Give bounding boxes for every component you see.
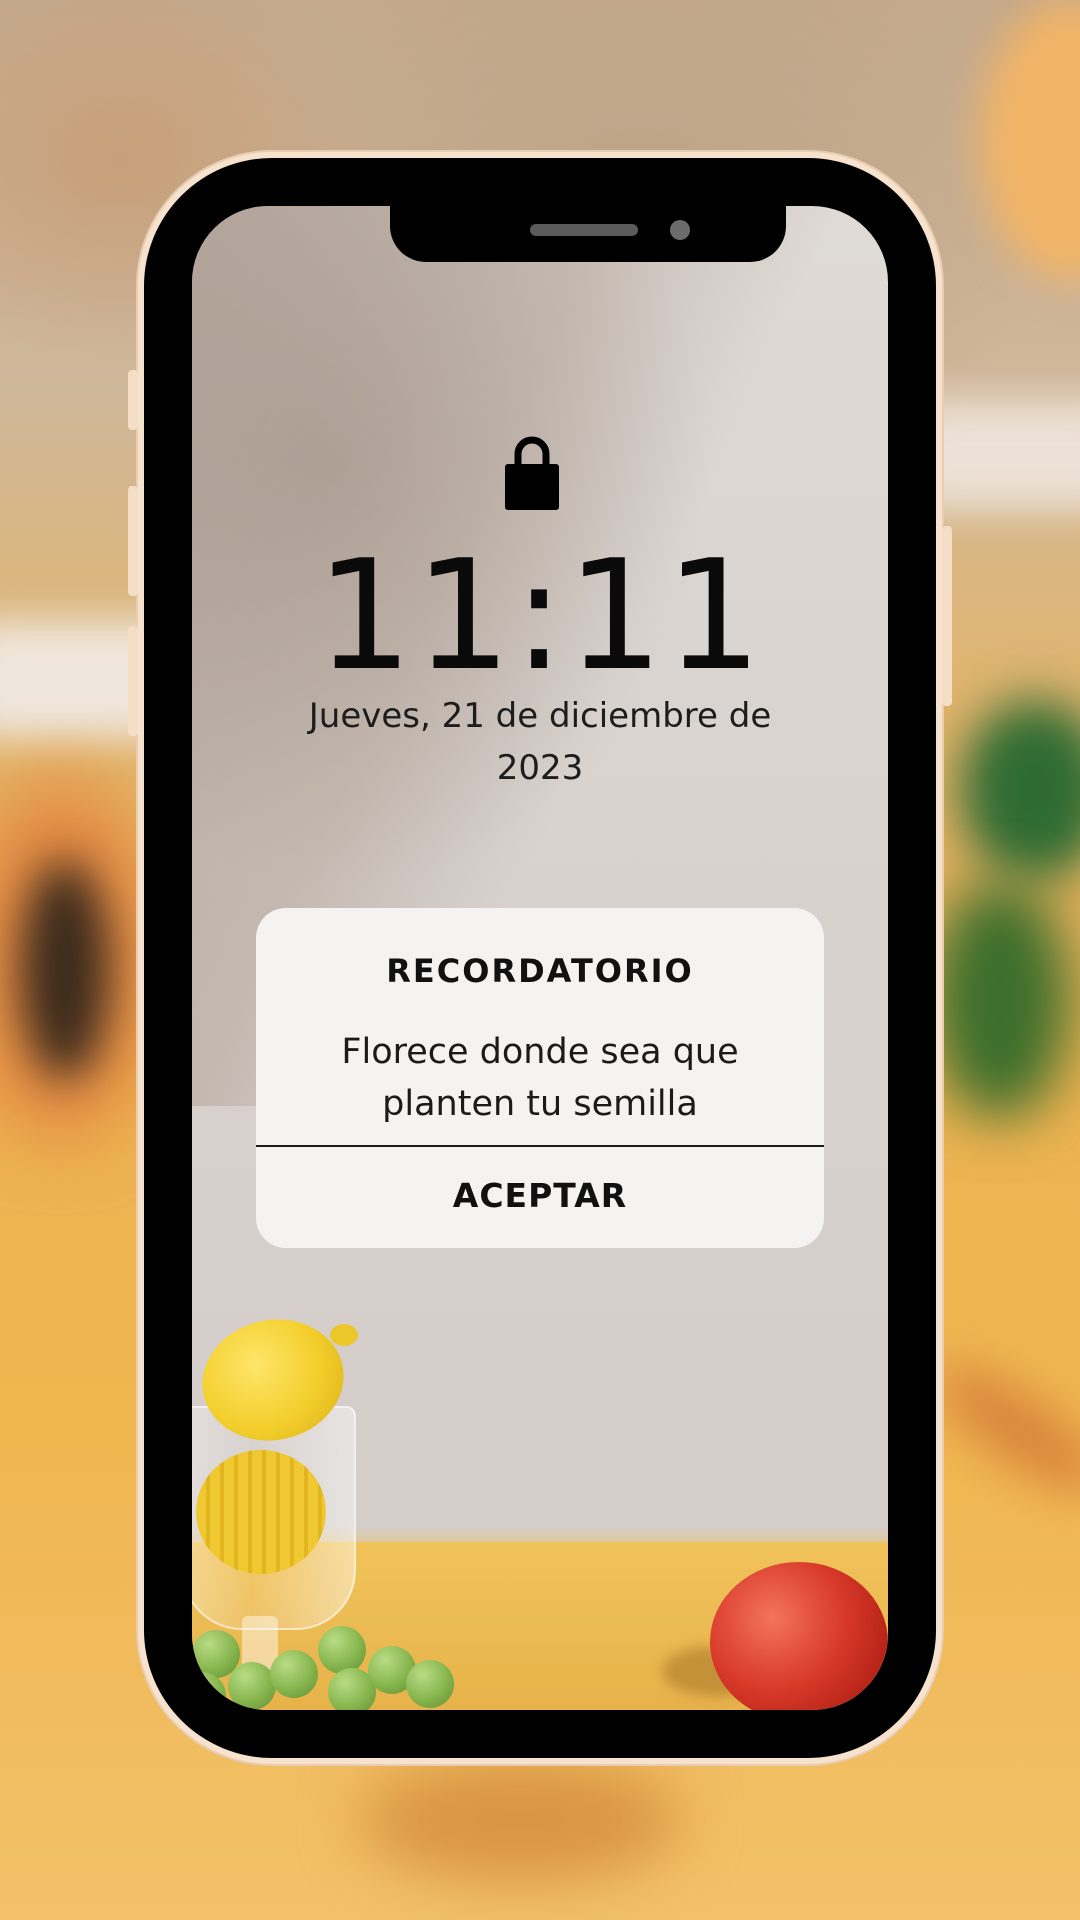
notification-title: RECORDATORIO bbox=[386, 952, 694, 990]
phone-mockup: 11:11 Jueves, 21 de diciembre de 2023 RE… bbox=[128, 158, 952, 1758]
volume-up-button bbox=[128, 486, 138, 596]
front-camera bbox=[670, 220, 690, 240]
peach bbox=[710, 1562, 888, 1710]
notification-card: RECORDATORIO Florece donde sea que plant… bbox=[256, 908, 824, 1248]
speaker-grille bbox=[530, 224, 638, 236]
lemon-in-glass bbox=[196, 1450, 326, 1574]
volume-down-button bbox=[128, 626, 138, 736]
lock-screen: 11:11 Jueves, 21 de diciembre de 2023 RE… bbox=[192, 206, 888, 1710]
lockscreen-date: Jueves, 21 de diciembre de 2023 bbox=[308, 696, 772, 788]
lock-icon bbox=[505, 436, 559, 510]
power-button bbox=[942, 526, 952, 706]
phone-notch bbox=[390, 206, 786, 262]
notification-message: Florece donde sea que planten tu semilla bbox=[341, 1032, 739, 1124]
side-button bbox=[128, 370, 138, 430]
lockscreen-time: 11:11 bbox=[315, 527, 765, 704]
accept-button[interactable]: ACEPTAR bbox=[256, 1147, 824, 1248]
